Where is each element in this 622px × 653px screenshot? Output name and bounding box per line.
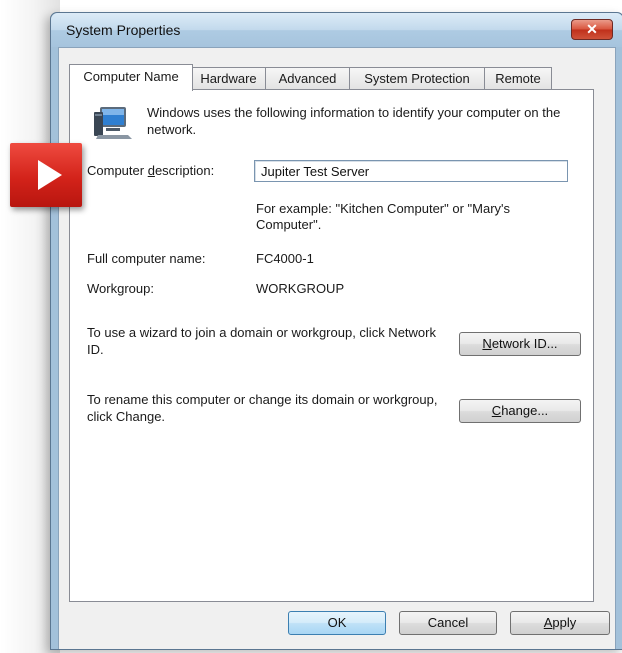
computer-name-panel: Windows uses the following information t…: [69, 89, 594, 602]
network-id-instructions: To use a wizard to join a domain or work…: [87, 325, 436, 357]
computer-icon: [94, 107, 132, 139]
workgroup-label: Workgroup:: [87, 281, 154, 296]
dialog-client-area: Computer Name Hardware Advanced System P…: [58, 47, 616, 649]
full-computer-name-value: FC4000-1: [256, 251, 314, 266]
full-computer-name-label: Full computer name:: [87, 251, 206, 266]
tab-system-protection[interactable]: System Protection: [349, 67, 485, 90]
ok-button[interactable]: OK: [288, 611, 386, 635]
close-button[interactable]: ✕: [571, 19, 613, 40]
close-icon: ✕: [586, 21, 598, 37]
system-properties-dialog: System Properties ✕ Computer Name Hardwa…: [50, 12, 622, 650]
button-label: hange...: [501, 403, 549, 418]
change-button[interactable]: Change...: [459, 399, 581, 423]
computer-description-label: Computer description:: [87, 163, 214, 178]
access-key: C: [491, 403, 502, 418]
tab-remote[interactable]: Remote: [484, 67, 552, 90]
access-key: d: [147, 163, 155, 178]
window-title: System Properties: [66, 22, 181, 38]
workgroup-value: WORKGROUP: [256, 281, 345, 296]
label-part: escription:: [154, 163, 215, 178]
rename-instructions: To rename this computer or change its do…: [87, 392, 438, 424]
play-arrow-triangle: [38, 160, 62, 190]
label-part: Computer: [87, 163, 148, 178]
apply-button[interactable]: Apply: [510, 611, 610, 635]
play-arrow-icon: [10, 143, 82, 207]
computer-description-input[interactable]: [254, 160, 568, 182]
network-id-button[interactable]: Network ID...: [459, 332, 581, 356]
button-label: etwork ID...: [491, 336, 558, 351]
tab-advanced[interactable]: Advanced: [265, 67, 350, 90]
description-example-hint: For example: "Kitchen Computer" or "Mary…: [256, 201, 511, 232]
title-bar[interactable]: System Properties ✕: [51, 13, 622, 47]
intro-text: Windows uses the following information t…: [147, 105, 561, 137]
cancel-button[interactable]: Cancel: [399, 611, 497, 635]
tab-hardware[interactable]: Hardware: [191, 67, 266, 90]
button-label: pply: [552, 615, 577, 630]
tab-computer-name[interactable]: Computer Name: [69, 64, 193, 91]
access-key: N: [482, 336, 492, 351]
